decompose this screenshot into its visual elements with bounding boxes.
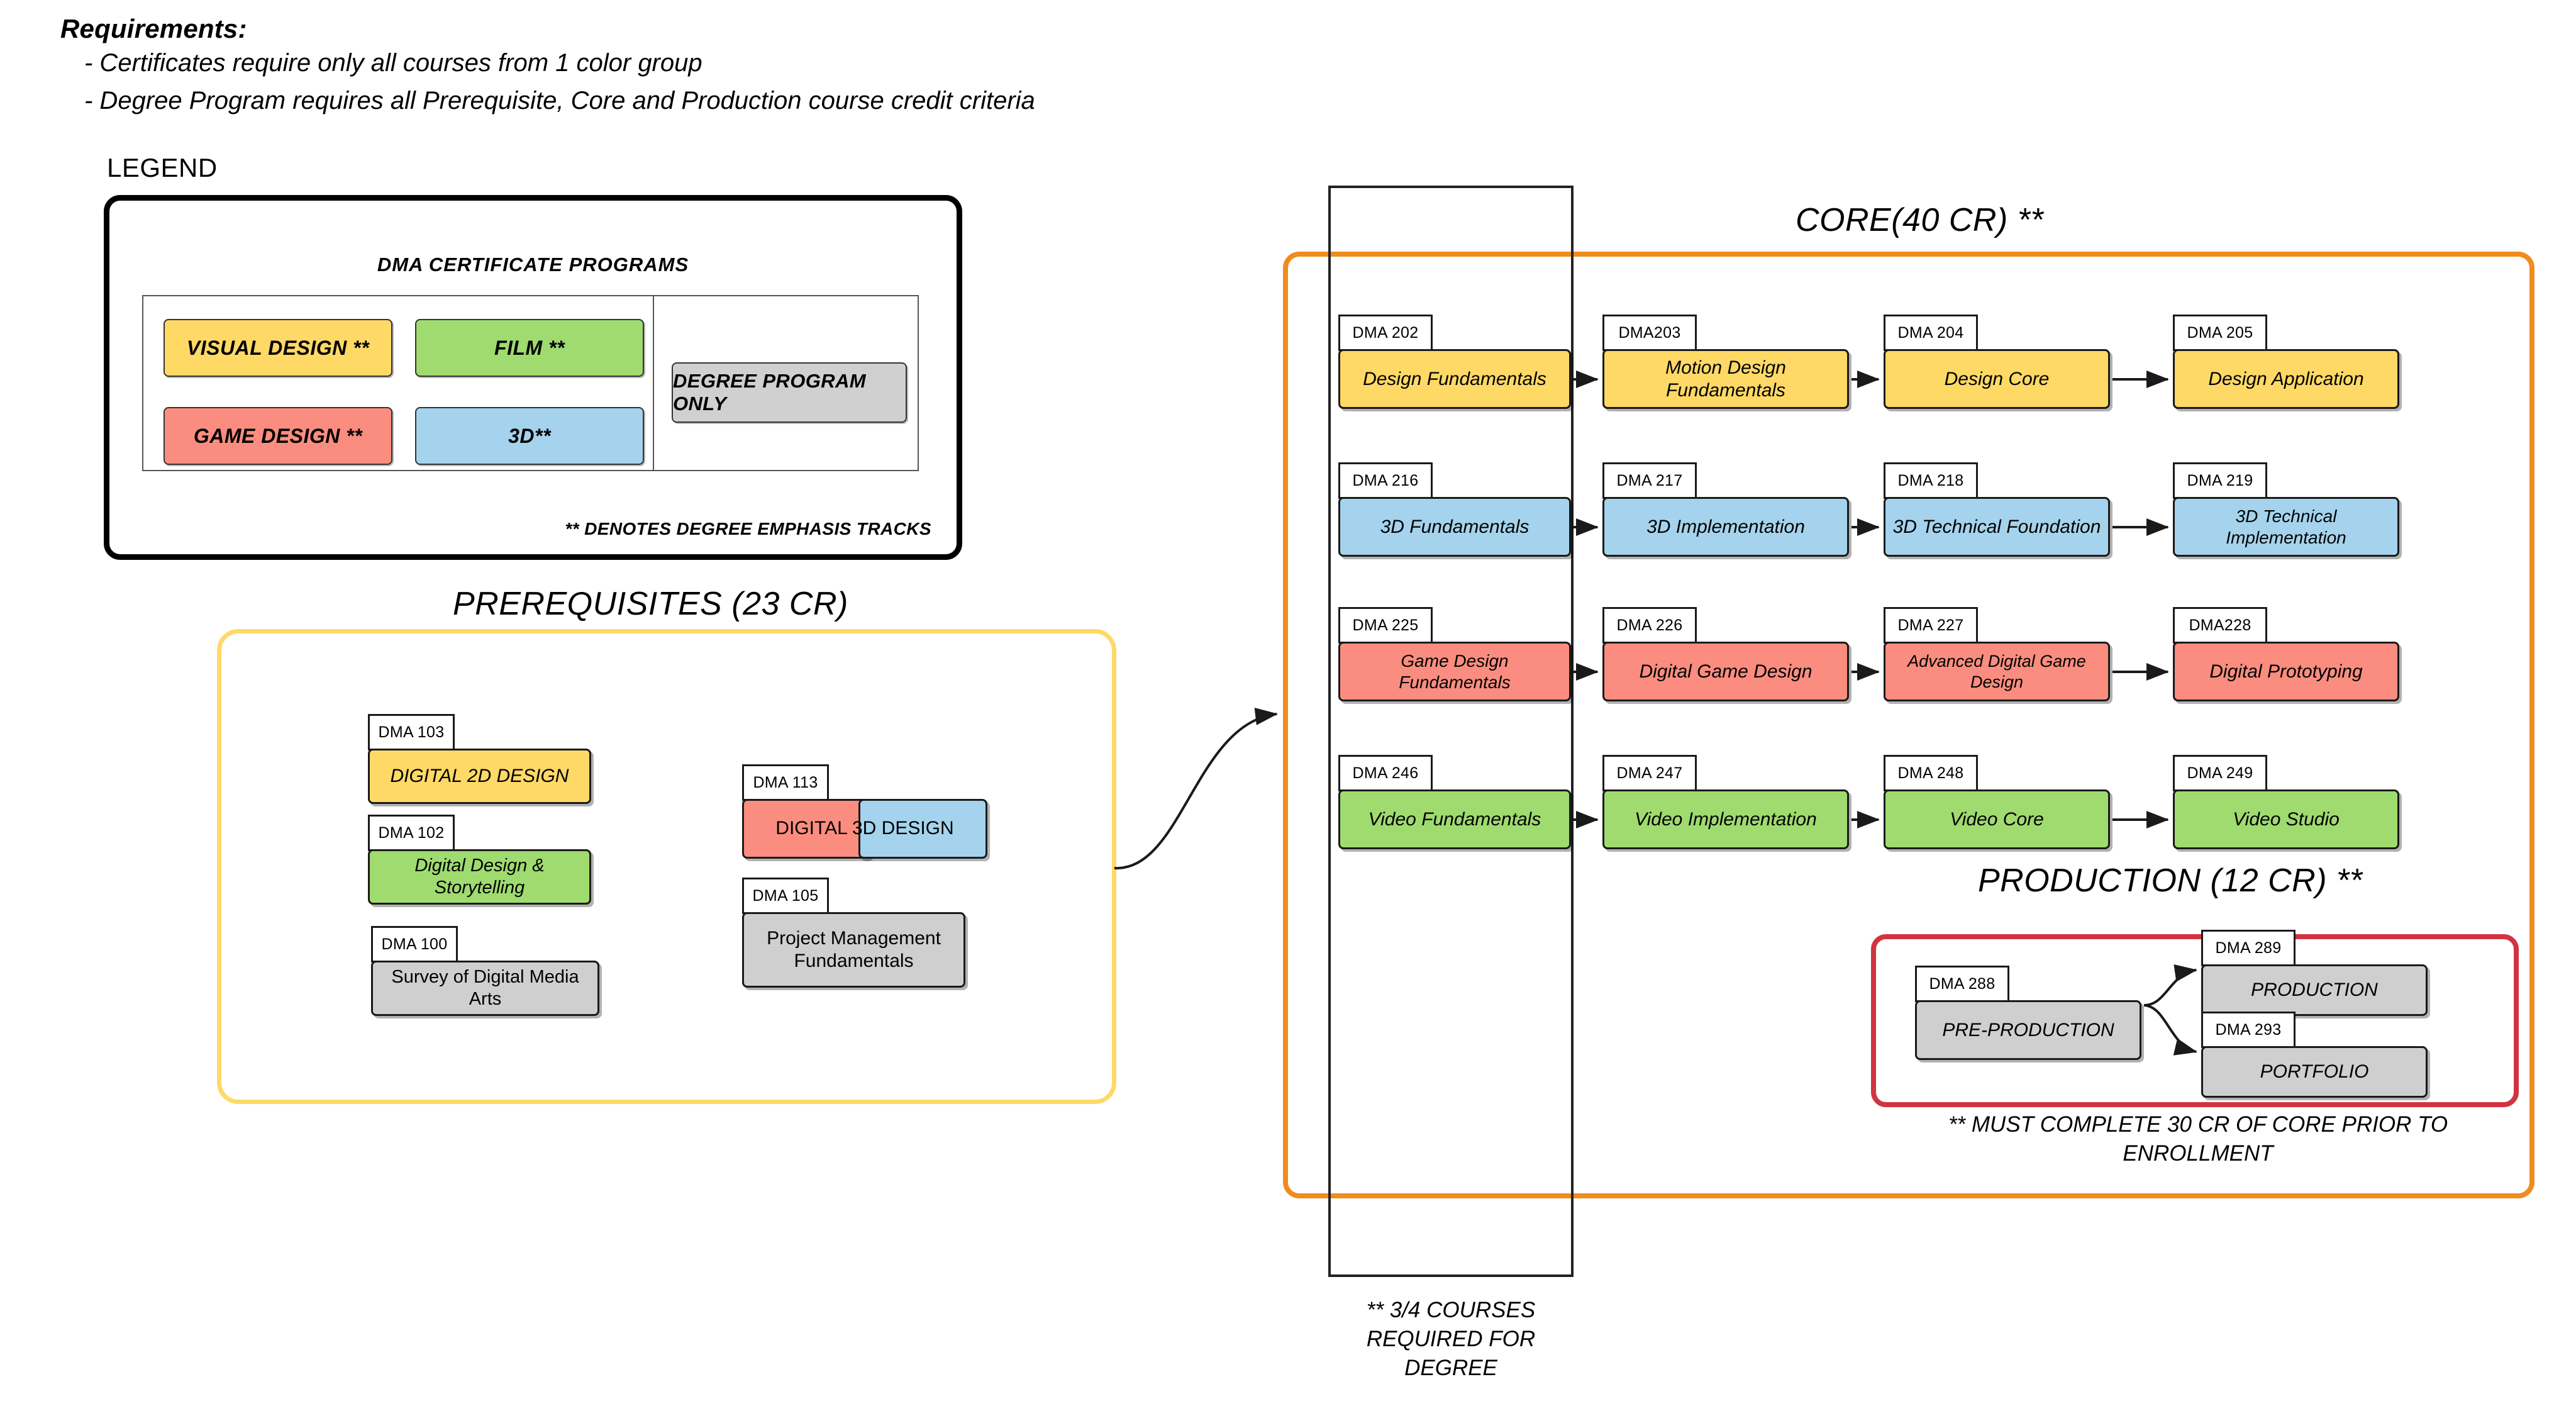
production-note: ** MUST COMPLETE 30 CR OF CORE PRIOR TO … bbox=[1948, 1112, 2448, 1166]
course-name-dma-105: Project Management Fundamentals bbox=[742, 912, 965, 988]
course-name-dma-102: Digital Design & Storytelling bbox=[368, 849, 591, 905]
course-code-dma-248: DMA 248 bbox=[1884, 755, 1978, 791]
requirements-line-2: - Degree Program requires all Prerequisi… bbox=[84, 87, 1035, 115]
course-name-dma-293: PORTFOLIO bbox=[2201, 1046, 2428, 1098]
core-title: CORE(40 CR) ** bbox=[1796, 202, 2044, 238]
course-code-dma-226: DMA 226 bbox=[1602, 607, 1697, 644]
fundamentals-note: ** 3/4 COURSES REQUIRED FOR DEGREE bbox=[1366, 1298, 1536, 1381]
course-name-dma-100: Survey of Digital Media Arts bbox=[371, 961, 599, 1016]
course-code-dma-225: DMA 225 bbox=[1338, 607, 1433, 644]
course-code-dma-103: DMA 103 bbox=[368, 714, 455, 750]
course-name-dma-219: 3D Technical Implementation bbox=[2173, 497, 2399, 557]
course-code-dma-203: DMA203 bbox=[1602, 315, 1697, 351]
course-name-dma-289: PRODUCTION bbox=[2201, 964, 2428, 1016]
production-title: PRODUCTION (12 CR) ** bbox=[1978, 862, 2363, 899]
course-name-dma-216: 3D Fundamentals bbox=[1338, 497, 1571, 557]
legend-chip-visual-design[interactable]: VISUAL DESIGN ** bbox=[164, 319, 392, 377]
legend-chip-game-design[interactable]: GAME DESIGN ** bbox=[164, 407, 392, 465]
legend-chip-degree-program-only[interactable]: DEGREE PROGRAM ONLY bbox=[672, 362, 907, 423]
course-name-dma-225: Game Design Fundamentals bbox=[1338, 642, 1571, 701]
prerequisites-frame bbox=[217, 629, 1116, 1104]
course-name-dma-103: DIGITAL 2D DESIGN bbox=[368, 749, 591, 804]
course-code-dma-288: DMA 288 bbox=[1915, 966, 2009, 1002]
legend-chip-film[interactable]: FILM ** bbox=[415, 319, 644, 377]
course-name-dma-218: 3D Technical Foundation bbox=[1884, 497, 2110, 557]
course-code-dma-219: DMA 219 bbox=[2173, 462, 2267, 499]
course-name-dma-217: 3D Implementation bbox=[1602, 497, 1849, 557]
course-code-dma-289: DMA 289 bbox=[2201, 930, 2296, 966]
course-name-dma-246: Video Fundamentals bbox=[1338, 789, 1571, 849]
requirements-title: Requirements: bbox=[60, 14, 247, 43]
course-name-dma-247: Video Implementation bbox=[1602, 789, 1849, 849]
course-code-dma-204: DMA 204 bbox=[1884, 315, 1978, 351]
course-name-dma-205: Design Application bbox=[2173, 349, 2399, 409]
course-code-dma-105: DMA 105 bbox=[742, 878, 829, 914]
legend-box: DMA CERTIFICATE PROGRAMS VISUAL DESIGN *… bbox=[104, 195, 962, 560]
arrow-prerequisites-to-core bbox=[1114, 708, 1278, 870]
course-code-dma-246: DMA 246 bbox=[1338, 755, 1433, 791]
course-code-dma-228: DMA228 bbox=[2173, 607, 2267, 644]
legend-certificate-column: VISUAL DESIGN ** FILM ** GAME DESIGN ** … bbox=[142, 295, 654, 471]
prerequisites-title: PREREQUISITES (23 CR) bbox=[453, 586, 848, 622]
course-code-dma-216: DMA 216 bbox=[1338, 462, 1433, 499]
legend-degree-column: DEGREE PROGRAM ONLY bbox=[654, 295, 919, 471]
legend-chip-3d[interactable]: 3D** bbox=[415, 407, 644, 465]
course-name-dma-204: Design Core bbox=[1884, 349, 2110, 409]
course-name-dma-288: PRE-PRODUCTION bbox=[1915, 1000, 2141, 1060]
course-code-dma-113: DMA 113 bbox=[742, 764, 829, 801]
requirements-block: Requirements: - Certificates require onl… bbox=[60, 14, 1444, 120]
legend-footnote: ** DENOTES DEGREE EMPHASIS TRACKS bbox=[565, 519, 931, 538]
legend-caption: DMA CERTIFICATE PROGRAMS bbox=[377, 254, 689, 276]
course-code-dma-293: DMA 293 bbox=[2201, 1012, 2296, 1048]
legend-label: LEGEND bbox=[107, 153, 218, 182]
course-name-dma-248: Video Core bbox=[1884, 789, 2110, 849]
course-code-dma-102: DMA 102 bbox=[368, 815, 455, 851]
course-code-dma-217: DMA 217 bbox=[1602, 462, 1697, 499]
course-code-dma-249: DMA 249 bbox=[2173, 755, 2267, 791]
course-code-dma-227: DMA 227 bbox=[1884, 607, 1978, 644]
course-name-dma-227: Advanced Digital Game Design bbox=[1884, 642, 2110, 701]
course-code-dma-100: DMA 100 bbox=[371, 926, 458, 962]
course-code-dma-205: DMA 205 bbox=[2173, 315, 2267, 351]
course-code-dma-218: DMA 218 bbox=[1884, 462, 1978, 499]
course-name-dma-249: Video Studio bbox=[2173, 789, 2399, 849]
course-code-dma-202: DMA 202 bbox=[1338, 315, 1433, 351]
course-name-dma-228: Digital Prototyping bbox=[2173, 642, 2399, 701]
course-name-dma-226: Digital Game Design bbox=[1602, 642, 1849, 701]
requirements-line-1: - Certificates require only all courses … bbox=[84, 49, 702, 77]
course-name-dma-113: DIGITAL 3D DESIGN bbox=[775, 818, 954, 839]
course-name-dma-202: Design Fundamentals bbox=[1338, 349, 1571, 409]
legend-inner-grid: VISUAL DESIGN ** FILM ** GAME DESIGN ** … bbox=[142, 295, 919, 471]
course-code-dma-247: DMA 247 bbox=[1602, 755, 1697, 791]
course-name-dma-203: Motion Design Fundamentals bbox=[1602, 349, 1849, 409]
